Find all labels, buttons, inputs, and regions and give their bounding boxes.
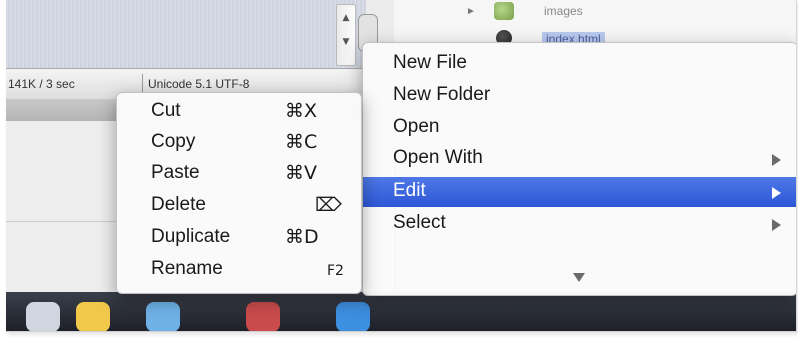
dock-app-icon[interactable]: [336, 302, 370, 331]
submenu-item-duplicate[interactable]: Duplicate ⌘D: [117, 223, 361, 253]
menu-item-label: Duplicate: [151, 226, 231, 247]
submenu-item-rename[interactable]: Rename F2: [117, 255, 361, 285]
disclosure-triangle-icon[interactable]: ►: [466, 6, 476, 17]
menu-item-label: Paste: [151, 162, 200, 183]
file-list-item[interactable]: images: [544, 4, 583, 18]
dock: [6, 292, 796, 331]
menu-item-shortcut: F2: [327, 263, 344, 279]
menu-item-label: New Folder: [393, 84, 491, 105]
submenu-arrow-icon: [772, 187, 781, 199]
dock-app-icon[interactable]: [26, 302, 60, 331]
menu-item-label: Open: [393, 116, 440, 137]
submenu-item-delete[interactable]: Delete ⌦: [117, 191, 361, 221]
submenu-item-paste[interactable]: Paste ⌘V: [117, 159, 361, 189]
dock-app-icon[interactable]: [76, 302, 110, 331]
submenu-arrow-icon: [772, 154, 781, 166]
editor-vertical-scrollbar[interactable]: ▲ ▼: [336, 4, 356, 66]
menu-item-shortcut: ⌘C: [285, 131, 318, 153]
status-size-time: 141K / 3 sec: [8, 77, 75, 91]
menu-item-new-folder[interactable]: New Folder: [363, 81, 796, 111]
menu-item-label: Edit: [393, 180, 426, 201]
forward-delete-icon: ⌦: [315, 194, 342, 216]
submenu-arrow-icon: [772, 219, 781, 231]
menu-item-shortcut: ⌘X: [285, 100, 318, 122]
menu-item-select[interactable]: Select: [363, 209, 796, 239]
menu-item-shortcut: ⌘D: [285, 226, 319, 248]
editor-text-area[interactable]: [6, 0, 366, 68]
screenshot-frame: ▲ ▼ 141K / 3 sec Unicode 5.1 UTF-8 ► ima…: [6, 0, 797, 332]
menu-scroll-down-icon[interactable]: [573, 273, 585, 282]
dock-app-icon[interactable]: [146, 302, 180, 331]
status-encoding[interactable]: Unicode 5.1 UTF-8: [148, 77, 249, 91]
menu-item-open[interactable]: Open: [363, 113, 796, 143]
submenu-item-cut[interactable]: Cut ⌘X: [117, 97, 361, 127]
menu-item-label: Cut: [151, 100, 181, 121]
menu-item-label: Open With: [393, 147, 483, 168]
menu-item-label: New File: [393, 52, 467, 73]
menu-item-label: Copy: [151, 131, 196, 152]
edit-submenu: Cut ⌘X Copy ⌘C Paste ⌘V Delete ⌦ Duplica…: [116, 92, 362, 294]
context-menu: New File New Folder Open Open With Edit …: [362, 42, 796, 296]
folder-icon: [494, 2, 514, 20]
scroll-down-arrow-icon[interactable]: ▼: [337, 37, 355, 47]
scroll-up-arrow-icon[interactable]: ▲: [337, 13, 355, 23]
menu-item-label: Delete: [151, 194, 206, 215]
menu-item-new-file[interactable]: New File: [363, 49, 796, 79]
menu-item-label: Rename: [151, 258, 223, 279]
submenu-item-copy[interactable]: Copy ⌘C: [117, 128, 361, 158]
menu-item-open-with[interactable]: Open With: [363, 144, 796, 174]
menu-item-label: Select: [393, 212, 446, 233]
menu-item-shortcut: ⌘V: [285, 162, 317, 184]
status-divider: [142, 74, 143, 94]
dock-app-icon[interactable]: [246, 302, 280, 331]
menu-item-edit[interactable]: Edit: [363, 177, 796, 207]
